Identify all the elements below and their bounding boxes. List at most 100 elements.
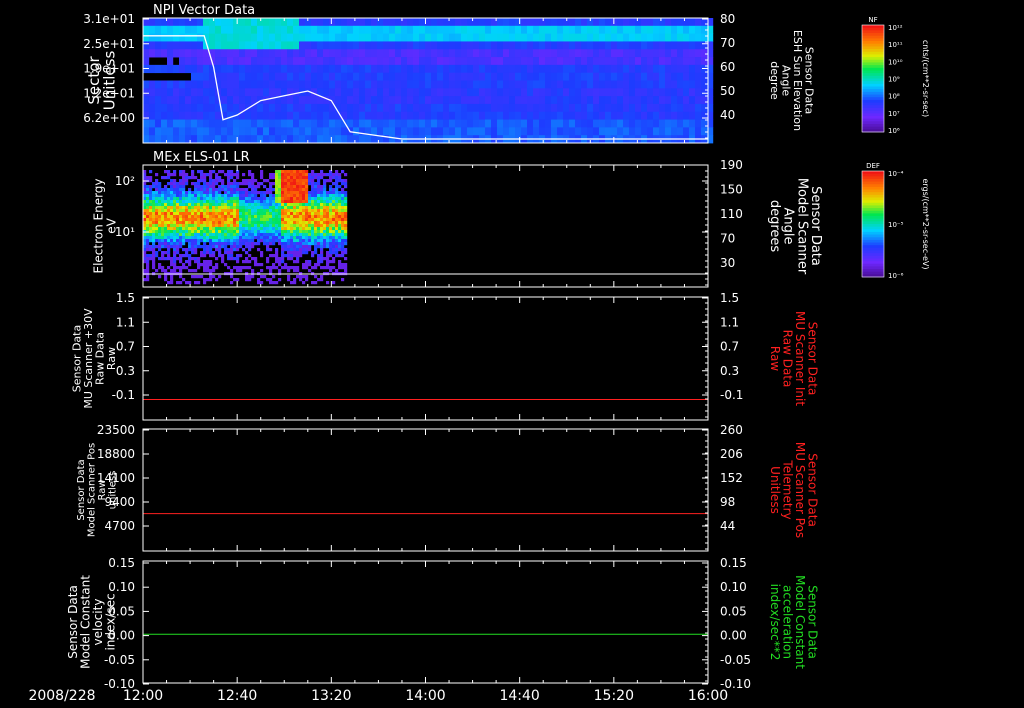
els-cell [236, 254, 240, 258]
els-cell [167, 176, 171, 180]
els-cell [185, 203, 189, 207]
npi-cell [185, 127, 192, 136]
npi-cell [401, 127, 408, 136]
els-cell [215, 200, 219, 204]
els-cell [326, 236, 330, 240]
npi-cell [677, 25, 684, 35]
els-cell [269, 182, 273, 186]
npi-cell [149, 111, 156, 120]
npi-cell [467, 57, 474, 66]
npi-cell [287, 96, 294, 105]
els-cell [170, 230, 174, 234]
npi-cell [401, 64, 408, 74]
els-cell [341, 203, 345, 207]
els-cell [284, 191, 288, 195]
npi-cell [341, 41, 348, 50]
els-cell [323, 188, 327, 192]
els-cell [227, 224, 231, 228]
npi-cell [245, 96, 252, 105]
els-cell [149, 239, 153, 243]
npi-cell [215, 135, 222, 144]
els-cell [173, 188, 177, 192]
els-cell [167, 203, 171, 207]
els-cell [197, 185, 201, 189]
npi-cell [305, 96, 312, 105]
npi-cell [539, 72, 546, 81]
colorbar-tick-label: 10⁻⁶ [888, 272, 904, 280]
els-cell [308, 230, 312, 234]
els-cell [182, 239, 186, 243]
els-cell [194, 218, 198, 222]
els-cell [263, 200, 267, 204]
els-cell [293, 266, 297, 270]
npi-cell [683, 25, 690, 35]
els-cell [269, 191, 273, 195]
els-cell [167, 266, 171, 270]
els-cell [227, 206, 231, 210]
els-cell [209, 188, 213, 192]
els-cell [200, 188, 204, 192]
els-cell [170, 203, 174, 207]
els-cell [158, 188, 162, 192]
els-cell [218, 224, 222, 228]
npi-cell [593, 103, 600, 113]
npi-cell [269, 18, 276, 27]
npi-cell [179, 25, 186, 35]
npi-cell [389, 25, 396, 35]
left-tick-label: 4700 [104, 519, 135, 533]
axis-label-line: Raw [97, 479, 108, 500]
els-cell [248, 209, 252, 213]
npi-cell [377, 88, 384, 97]
npi-cell [569, 33, 576, 42]
npi-cell [575, 33, 582, 42]
npi-cell [173, 103, 180, 113]
els-cell [209, 197, 213, 201]
npi-cell [503, 119, 510, 128]
npi-cell [347, 49, 354, 58]
npi-cell [437, 80, 444, 89]
npi-cell [623, 41, 630, 50]
npi-cell [257, 119, 264, 128]
els-cell [248, 242, 252, 246]
els-cell [179, 227, 183, 231]
npi-cell [335, 135, 342, 144]
els-cell [206, 263, 210, 267]
els-cell [149, 203, 153, 207]
els-cell [176, 239, 180, 243]
npi-cell [143, 33, 150, 42]
npi-cell [209, 111, 216, 120]
els-cell [293, 194, 297, 198]
right-tick-label: 0.3 [720, 364, 739, 378]
els-cell [341, 230, 345, 234]
els-cell [332, 203, 336, 207]
npi-cell [227, 103, 234, 113]
npi-cell [233, 25, 240, 35]
els-cell [269, 206, 273, 210]
els-cell [197, 230, 201, 234]
npi-cell [575, 49, 582, 58]
npi-cell [635, 18, 642, 27]
npi-cell [449, 49, 456, 58]
npi-cell [239, 88, 246, 97]
npi-cell [653, 88, 660, 97]
npi-cell [359, 72, 366, 81]
npi-cell [383, 88, 390, 97]
npi-cell [293, 111, 300, 120]
npi-cell [449, 72, 456, 81]
npi-cell [563, 103, 570, 113]
colorbar-unit-label: cnts/(cm**2-sr-sec) [921, 40, 930, 117]
npi-cell [311, 25, 318, 35]
npi-cell [497, 80, 504, 89]
npi-cell [473, 127, 480, 136]
npi-cell [629, 18, 636, 27]
npi-cell [407, 41, 414, 50]
npi-cell [485, 119, 492, 128]
npi-cell [635, 72, 642, 81]
npi-cell [227, 127, 234, 136]
els-cell [290, 194, 294, 198]
npi-cell [329, 33, 336, 42]
els-cell [260, 215, 264, 219]
els-cell [188, 242, 192, 246]
els-cell [245, 227, 249, 231]
els-cell [308, 224, 312, 228]
